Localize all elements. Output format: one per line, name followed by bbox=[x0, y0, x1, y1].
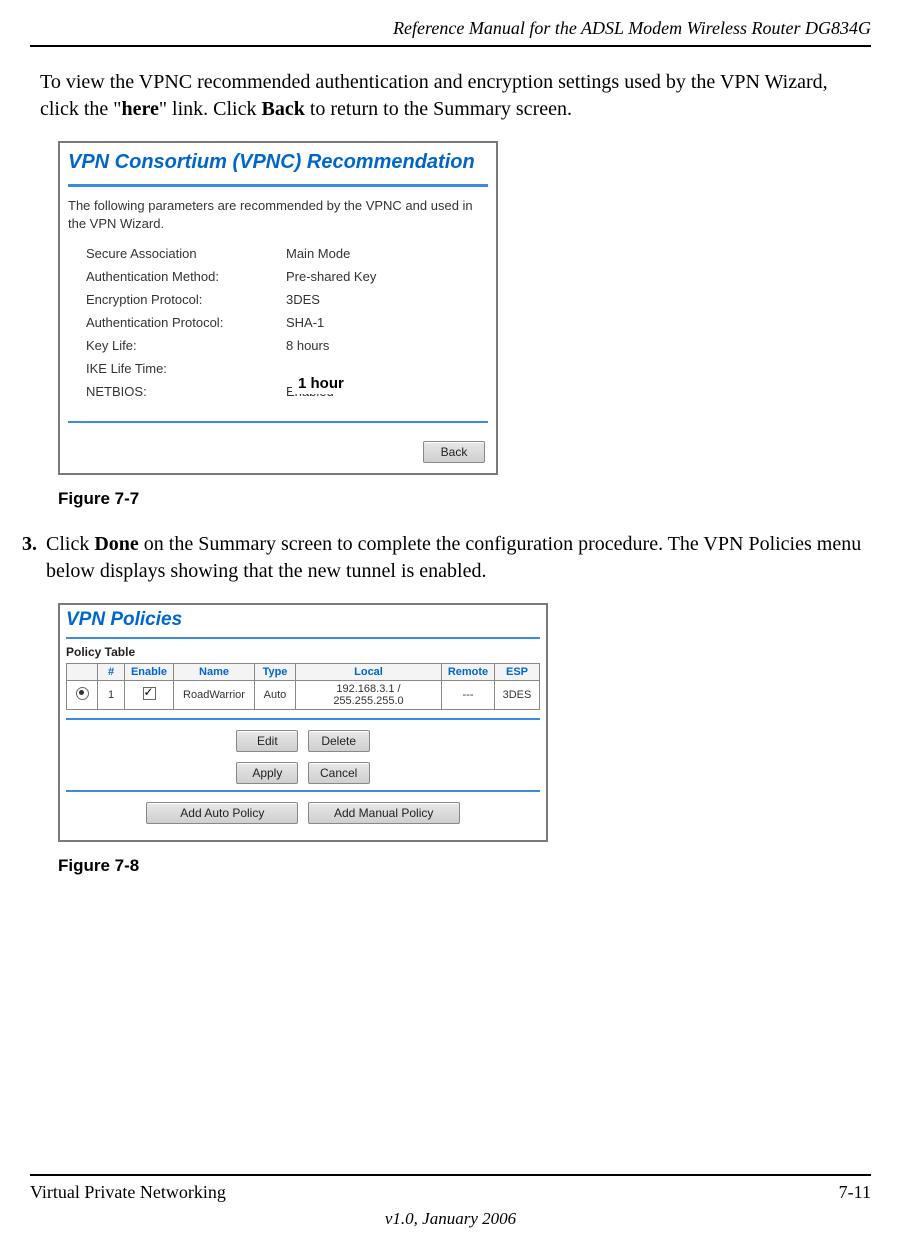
param-value: SHA-1 bbox=[286, 315, 324, 330]
add-manual-policy-button[interactable]: Add Manual Policy bbox=[308, 802, 460, 824]
col-num: # bbox=[98, 664, 125, 681]
cell-esp: 3DES bbox=[495, 681, 540, 710]
step-3: 3. Click Done on the Summary screen to c… bbox=[22, 531, 871, 585]
text: " link. Click bbox=[159, 98, 262, 120]
cell-name: RoadWarrior bbox=[174, 681, 255, 710]
table-header-row: # Enable Name Type Local Remote ESP bbox=[67, 664, 540, 681]
overlay-1-hour: 1 hour bbox=[292, 375, 350, 394]
figure-7-8-container: VPN Policies Policy Table # Enable Name … bbox=[58, 603, 901, 842]
radio-icon[interactable] bbox=[76, 687, 89, 700]
policy-table-heading: Policy Table bbox=[66, 645, 540, 659]
page-header: Reference Manual for the ADSL Modem Wire… bbox=[0, 0, 901, 45]
separator bbox=[68, 421, 488, 423]
col-type: Type bbox=[255, 664, 296, 681]
text: on the Summary screen to complete the co… bbox=[46, 533, 861, 582]
param-value: 8 hours bbox=[286, 338, 329, 353]
vpnc-recommendation-panel: VPN Consortium (VPNC) Recommendation The… bbox=[58, 141, 498, 475]
separator bbox=[66, 637, 540, 639]
param-label: Key Life: bbox=[86, 338, 286, 353]
panel-title: VPN Consortium (VPNC) Recommendation bbox=[68, 149, 488, 180]
param-row: NETBIOS: Enabled bbox=[68, 380, 488, 403]
done-bold: Done bbox=[94, 533, 138, 555]
apply-button[interactable]: Apply bbox=[236, 762, 298, 784]
param-value: Main Mode bbox=[286, 246, 350, 261]
separator bbox=[68, 184, 488, 187]
cell-type: Auto bbox=[255, 681, 296, 710]
text: to return to the Summary screen. bbox=[305, 98, 572, 120]
button-row: Back bbox=[68, 433, 488, 463]
param-label: NETBIOS: bbox=[86, 384, 286, 399]
page-footer: Virtual Private Networking 7-11 v1.0, Ja… bbox=[30, 1174, 871, 1229]
footer-rule bbox=[30, 1174, 871, 1176]
table-row: 1 RoadWarrior Auto 192.168.3.1 / 255.255… bbox=[67, 681, 540, 710]
param-label: Authentication Protocol: bbox=[86, 315, 286, 330]
cell-num: 1 bbox=[98, 681, 125, 710]
col-name: Name bbox=[174, 664, 255, 681]
separator bbox=[66, 790, 540, 792]
footer-page-number: 7-11 bbox=[839, 1182, 871, 1203]
add-policy-row: Add Auto Policy Add Manual Policy bbox=[66, 802, 540, 824]
param-row: Authentication Method: Pre-shared Key bbox=[68, 265, 488, 288]
param-value: Pre-shared Key bbox=[286, 269, 376, 284]
param-value: 3DES bbox=[286, 292, 320, 307]
here-bold: here bbox=[121, 98, 158, 120]
cell-remote: --- bbox=[442, 681, 495, 710]
header-rule bbox=[30, 45, 871, 47]
step-text: Click Done on the Summary screen to comp… bbox=[46, 531, 871, 585]
checkbox-icon[interactable] bbox=[143, 687, 156, 700]
cell-radio[interactable] bbox=[67, 681, 98, 710]
footer-section: Virtual Private Networking bbox=[30, 1182, 226, 1203]
param-row: Authentication Protocol: SHA-1 bbox=[68, 311, 488, 334]
param-label: Authentication Method: bbox=[86, 269, 286, 284]
figure-7-7-container: VPN Consortium (VPNC) Recommendation The… bbox=[58, 141, 901, 475]
add-auto-policy-button[interactable]: Add Auto Policy bbox=[146, 802, 298, 824]
figure-7-7-caption: Figure 7-7 bbox=[58, 489, 901, 509]
figure-7-8-caption: Figure 7-8 bbox=[58, 856, 901, 876]
param-row: Secure Association Main Mode bbox=[68, 242, 488, 265]
panel-title: VPN Policies bbox=[66, 609, 540, 635]
param-label: Secure Association bbox=[86, 246, 286, 261]
col-remote: Remote bbox=[442, 664, 495, 681]
vpn-policies-panel: VPN Policies Policy Table # Enable Name … bbox=[58, 603, 548, 842]
apply-cancel-row: Apply Cancel bbox=[66, 762, 540, 784]
param-row: IKE Life Time: bbox=[68, 357, 488, 380]
edit-delete-row: Edit Delete bbox=[66, 730, 540, 752]
col-esp: ESP bbox=[495, 664, 540, 681]
param-label: Encryption Protocol: bbox=[86, 292, 286, 307]
step-number: 3. bbox=[22, 531, 46, 585]
cell-local: 192.168.3.1 / 255.255.255.0 bbox=[296, 681, 442, 710]
delete-button[interactable]: Delete bbox=[308, 730, 370, 752]
param-row: Key Life: 8 hours bbox=[68, 334, 488, 357]
text: Click bbox=[46, 533, 94, 555]
param-label: IKE Life Time: bbox=[86, 361, 286, 376]
cell-enable[interactable] bbox=[125, 681, 174, 710]
col-local: Local bbox=[296, 664, 442, 681]
footer-line: Virtual Private Networking 7-11 bbox=[30, 1182, 871, 1203]
back-bold: Back bbox=[261, 98, 304, 120]
intro-paragraph: To view the VPNC recommended authenticat… bbox=[40, 69, 871, 123]
col-enable: Enable bbox=[125, 664, 174, 681]
panel-description: The following parameters are recommended… bbox=[68, 197, 488, 232]
edit-button[interactable]: Edit bbox=[236, 730, 298, 752]
col-radio bbox=[67, 664, 98, 681]
param-row: Encryption Protocol: 3DES bbox=[68, 288, 488, 311]
policy-table: # Enable Name Type Local Remote ESP 1 Ro… bbox=[66, 663, 540, 710]
footer-version: v1.0, January 2006 bbox=[30, 1209, 871, 1229]
cancel-button[interactable]: Cancel bbox=[308, 762, 370, 784]
back-button[interactable]: Back bbox=[423, 441, 485, 463]
separator bbox=[66, 718, 540, 720]
